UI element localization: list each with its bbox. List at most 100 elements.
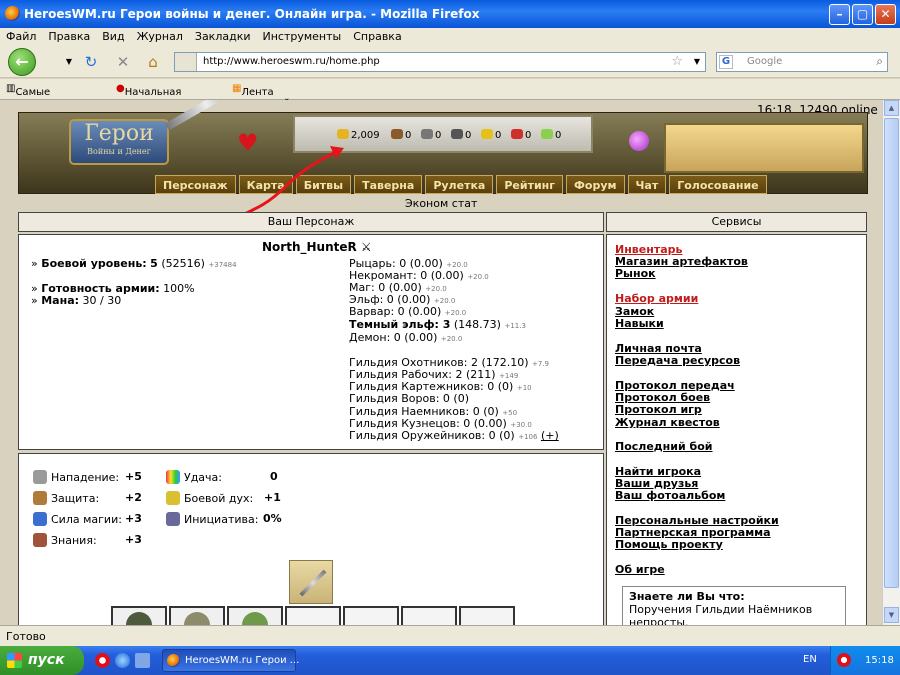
stat-luck-value: 0: [270, 470, 278, 483]
link-photo-album[interactable]: Ваш фотоальбом: [615, 489, 725, 502]
stat-morale: Боевой дух:: [166, 491, 253, 505]
nav-chat[interactable]: Чат: [627, 175, 667, 194]
faction-remaining: +20.0: [440, 335, 463, 343]
windows-taskbar: пуск HeroesWM.ru Герои ... EN 15:18: [0, 646, 900, 675]
bookmark-popular[interactable]: ▥ Самые популярные: [6, 83, 80, 109]
link-about-game[interactable]: Об игре: [615, 563, 665, 576]
resource-wood: 0: [391, 129, 411, 141]
crystal-icon: [511, 129, 523, 139]
search-icon[interactable]: ⌕: [876, 54, 883, 69]
army-slot-3[interactable]: [227, 606, 283, 625]
link-game-log[interactable]: Протокол игр: [615, 403, 702, 416]
search-placeholder: Google: [747, 56, 783, 67]
bookmark-star-icon[interactable]: ☆: [671, 54, 683, 69]
resource-value: 0: [525, 130, 532, 141]
close-button[interactable]: ✕: [875, 4, 896, 25]
stat-attack: Нападение:: [33, 470, 119, 484]
mercury-icon: [451, 129, 463, 139]
nav-character[interactable]: Персонаж: [155, 175, 236, 194]
menu-history[interactable]: Журнал: [131, 28, 189, 43]
bookmark-news-feed[interactable]: ▦ Лента новостей: [232, 83, 290, 109]
menu-tools[interactable]: Инструменты: [257, 28, 348, 43]
army-slot-4[interactable]: [285, 606, 341, 625]
weapon-slot[interactable]: [289, 560, 333, 604]
stat-defense: Защита:: [33, 491, 99, 505]
start-button[interactable]: пуск: [0, 646, 84, 675]
tray-opera-icon[interactable]: [837, 653, 851, 667]
language-indicator[interactable]: EN: [803, 654, 817, 665]
link-transfer-resources[interactable]: Передача ресурсов: [615, 354, 740, 367]
nav-roulette[interactable]: Рулетка: [425, 175, 494, 194]
guild-remaining: +30.0: [510, 421, 532, 429]
combat-level-value: 5: [150, 257, 158, 270]
show-desktop-icon[interactable]: [135, 653, 150, 668]
home-icon[interactable]: ⌂: [144, 53, 162, 71]
book-icon: [33, 533, 47, 547]
stat-label: Инициатива:: [184, 513, 259, 526]
character-panel-header: Ваш Персонаж: [18, 212, 604, 232]
econ-stat-link[interactable]: Эконом стат: [405, 197, 477, 210]
window-title-bar[interactable]: HeroesWM.ru Герои войны и денег. Онлайн …: [0, 0, 900, 28]
stat-label: Защита:: [51, 492, 100, 505]
page-scrollbar[interactable]: ▲ ▼: [882, 100, 900, 625]
nav-rating[interactable]: Рейтинг: [496, 175, 564, 194]
guild-expand-link[interactable]: (+): [541, 429, 559, 442]
nav-tavern[interactable]: Таверна: [354, 175, 423, 194]
army-slot-6[interactable]: [401, 606, 457, 625]
attack-icon: [33, 470, 47, 484]
url-dropdown-icon[interactable]: ▼: [694, 57, 700, 66]
scroll-down-icon[interactable]: ▼: [884, 607, 899, 623]
link-quest-journal[interactable]: Журнал квестов: [615, 416, 720, 429]
faction-text: Темный эльф: 3: [349, 318, 451, 331]
back-button[interactable]: ←: [8, 48, 36, 76]
google-icon[interactable]: G: [719, 55, 733, 69]
clock[interactable]: 15:18: [865, 655, 894, 666]
faction-demon: Демон: 0 (0.00) +20.0: [349, 331, 462, 344]
link-recruit-army[interactable]: Набор армии: [615, 292, 698, 305]
taskbar-firefox-window[interactable]: HeroesWM.ru Герои ...: [162, 649, 299, 672]
army-slot-1[interactable]: [111, 606, 167, 625]
minimize-button[interactable]: –: [829, 4, 850, 25]
combat-level-label: Боевой уровень:: [41, 257, 147, 270]
stat-knowledge: Знания:: [33, 533, 97, 547]
link-last-battle[interactable]: Последний бой: [615, 440, 712, 453]
menu-view[interactable]: Вид: [96, 28, 130, 43]
link-skills[interactable]: Навыки: [615, 317, 664, 330]
search-box[interactable]: G Google ⌕: [716, 52, 888, 72]
sulfur-icon: [481, 129, 493, 139]
stat-attack-value: +5: [125, 470, 142, 483]
panel-title: Ваш Персонаж: [267, 215, 355, 228]
character-name[interactable]: North_HunteR: [262, 240, 357, 254]
game-logo[interactable]: Герои Войны и Денег: [69, 119, 169, 165]
did-you-know-box: Знаете ли Вы что: Поручения Гильдии Наём…: [622, 586, 846, 625]
stop-icon[interactable]: ✕: [114, 53, 132, 71]
ie-icon[interactable]: [115, 653, 130, 668]
nav-forum[interactable]: Форум: [566, 175, 625, 194]
menu-bookmarks[interactable]: Закладки: [189, 28, 257, 43]
army-slot-5[interactable]: [343, 606, 399, 625]
scroll-up-icon[interactable]: ▲: [884, 100, 899, 116]
menu-file[interactable]: Файл: [0, 28, 42, 43]
faction-text: Варвар: 0 (0.00): [349, 305, 442, 318]
link-market[interactable]: Рынок: [615, 267, 656, 280]
resource-value: 2,009: [351, 130, 380, 141]
address-bar[interactable]: http://www.heroeswm.ru/home.php ☆ ▼: [174, 52, 706, 72]
army-slot-7[interactable]: [459, 606, 515, 625]
maximize-button[interactable]: ▢: [852, 4, 873, 25]
nav-voting[interactable]: Голосование: [669, 175, 767, 194]
site-identity-icon[interactable]: [175, 53, 197, 71]
stat-label: Сила магии:: [51, 513, 122, 526]
bookmark-start-page[interactable]: ● Начальная страница: [116, 83, 181, 109]
opera-icon[interactable]: [95, 653, 110, 668]
reload-icon[interactable]: ↻: [82, 53, 100, 71]
link-help-project[interactable]: Помощь проекту: [615, 538, 723, 551]
menu-edit[interactable]: Правка: [42, 28, 96, 43]
history-dropdown-icon[interactable]: ▼: [60, 53, 78, 71]
scroll-thumb[interactable]: [884, 118, 899, 588]
resource-value: 0: [555, 130, 562, 141]
resource-gems: 0: [541, 129, 561, 141]
wings-icon: [166, 491, 180, 505]
army-slot-2[interactable]: [169, 606, 225, 625]
menu-help[interactable]: Справка: [347, 28, 407, 43]
services-box: Инвентарь Магазин артефактов Рынок Набор…: [606, 234, 867, 625]
